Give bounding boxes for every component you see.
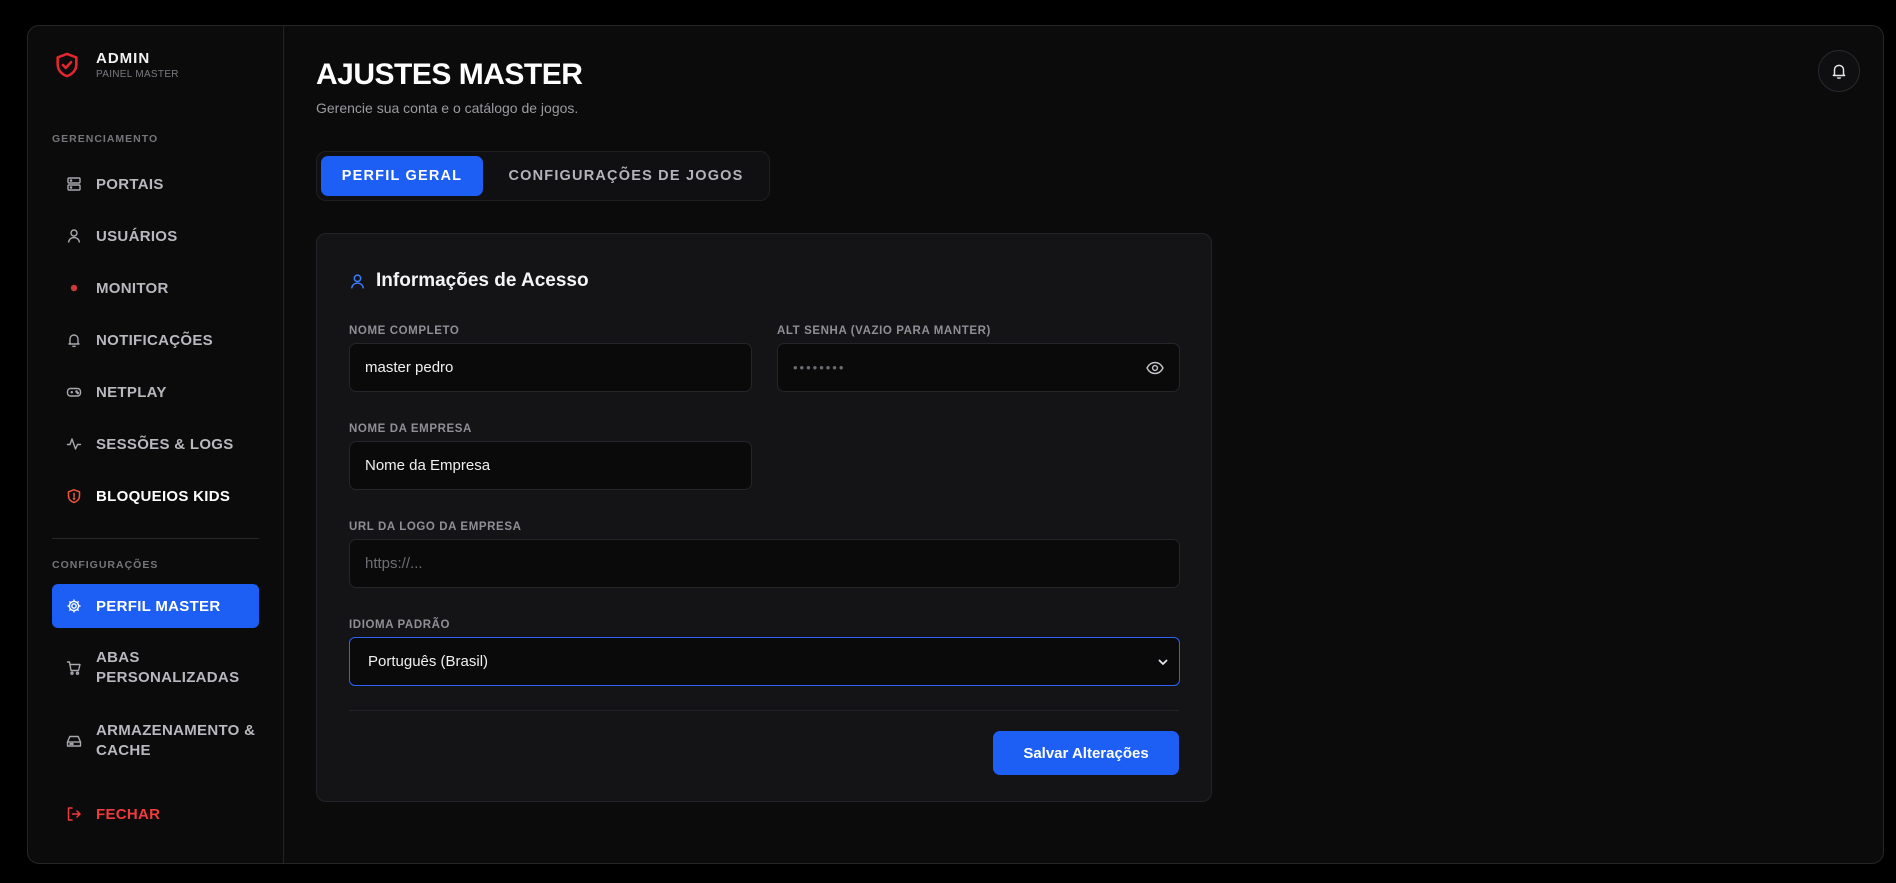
red-dot-icon bbox=[66, 280, 82, 296]
access-info-card: Informações de Acesso NOME COMPLETO mast… bbox=[316, 233, 1212, 802]
user-icon bbox=[66, 228, 82, 244]
shield-check-icon bbox=[52, 50, 82, 80]
sidebar-item-label: BLOQUEIOS KIDS bbox=[96, 487, 231, 505]
chevron-down-icon bbox=[1157, 655, 1169, 672]
hard-drive-icon bbox=[66, 733, 82, 749]
company-value: Nome da Empresa bbox=[365, 457, 491, 474]
sidebar-item-usuarios[interactable]: USUÁRIOS bbox=[52, 214, 259, 258]
server-icon bbox=[66, 176, 82, 192]
bell-icon bbox=[1830, 62, 1848, 80]
cart-icon bbox=[66, 660, 82, 676]
main-content: AJUSTES MASTER Gerencie sua conta e o ca… bbox=[284, 26, 1883, 863]
brand: ADMIN PAINEL MASTER bbox=[52, 50, 179, 80]
section-management-title: GERENCIAMENTO bbox=[52, 133, 159, 145]
app-window: ADMIN PAINEL MASTER GERENCIAMENTO PORTAI… bbox=[27, 25, 1884, 864]
full-name-value: master pedro bbox=[365, 359, 454, 376]
password-label: ALT SENHA (VAZIO PARA MANTER) bbox=[777, 325, 991, 337]
sidebar-item-label: NOTIFICAÇÕES bbox=[96, 331, 213, 349]
sidebar-item-label: PERFIL MASTER bbox=[96, 597, 221, 615]
shield-icon bbox=[66, 488, 82, 504]
eye-icon[interactable] bbox=[1145, 359, 1165, 377]
password-input[interactable]: •••••••• bbox=[777, 343, 1180, 392]
company-label: NOME DA EMPRESA bbox=[349, 423, 472, 435]
logo-url-placeholder: https://... bbox=[365, 555, 423, 572]
notifications-button[interactable] bbox=[1818, 50, 1860, 92]
sidebar-item-monitor[interactable]: MONITOR bbox=[52, 266, 259, 310]
password-placeholder: •••••••• bbox=[793, 360, 846, 375]
sidebar-item-notificacoes[interactable]: NOTIFICAÇÕES bbox=[52, 318, 259, 362]
full-name-input[interactable]: master pedro bbox=[349, 343, 752, 392]
sidebar-item-sessoes-logs[interactable]: SESSÕES & LOGS bbox=[52, 422, 259, 466]
gear-icon bbox=[66, 598, 82, 614]
sidebar-item-label: PORTAIS bbox=[96, 175, 164, 193]
sidebar-item-label: ARMAZENAMENTO & CACHE bbox=[96, 722, 256, 759]
language-select[interactable]: Português (Brasil) bbox=[349, 637, 1180, 686]
sidebar: ADMIN PAINEL MASTER GERENCIAMENTO PORTAI… bbox=[28, 26, 284, 863]
logout-icon bbox=[66, 806, 82, 822]
brand-subtitle: PAINEL MASTER bbox=[96, 69, 179, 80]
sidebar-item-label: ABAS PERSONALIZADAS bbox=[96, 649, 240, 686]
gamepad-icon bbox=[66, 384, 82, 400]
user-icon bbox=[349, 273, 366, 290]
card-title: Informações de Acesso bbox=[349, 270, 589, 292]
sidebar-item-perfil-master[interactable]: PERFIL MASTER bbox=[52, 584, 259, 628]
full-name-label: NOME COMPLETO bbox=[349, 325, 460, 337]
sidebar-item-abas-personalizadas[interactable]: ABAS PERSONALIZADAS bbox=[52, 642, 259, 694]
sidebar-item-label: MONITOR bbox=[96, 279, 169, 297]
tab-configuracoes-jogos[interactable]: CONFIGURAÇÕES DE JOGOS bbox=[487, 156, 765, 196]
sidebar-item-portais[interactable]: PORTAIS bbox=[52, 162, 259, 206]
bell-icon bbox=[66, 332, 82, 348]
sidebar-item-armazenamento-cache[interactable]: ARMAZENAMENTO & CACHE bbox=[52, 715, 259, 767]
page-title: AJUSTES MASTER bbox=[316, 58, 583, 91]
sidebar-item-label: USUÁRIOS bbox=[96, 227, 178, 245]
section-settings-title: CONFIGURAÇÕES bbox=[52, 559, 159, 571]
company-input[interactable]: Nome da Empresa bbox=[349, 441, 752, 490]
logo-url-input[interactable]: https://... bbox=[349, 539, 1180, 588]
brand-title: ADMIN bbox=[96, 50, 151, 67]
language-label: IDIOMA PADRÃO bbox=[349, 619, 451, 631]
card-title-text: Informações de Acesso bbox=[376, 270, 589, 291]
logout-label: FECHAR bbox=[96, 805, 161, 823]
sidebar-item-bloqueios-kids[interactable]: BLOQUEIOS KIDS bbox=[52, 474, 259, 518]
save-button[interactable]: Salvar Alterações bbox=[993, 731, 1179, 775]
logout-button[interactable]: FECHAR bbox=[52, 792, 259, 836]
language-value: Português (Brasil) bbox=[368, 653, 489, 670]
activity-icon bbox=[66, 436, 82, 452]
logo-url-label: URL DA LOGO DA EMPRESA bbox=[349, 521, 522, 533]
sidebar-item-label: SESSÕES & LOGS bbox=[96, 435, 234, 453]
tab-perfil-geral[interactable]: PERFIL GERAL bbox=[321, 156, 483, 196]
sidebar-item-netplay[interactable]: NETPLAY bbox=[52, 370, 259, 414]
card-divider bbox=[349, 710, 1179, 711]
page-subtitle: Gerencie sua conta e o catálogo de jogos… bbox=[316, 100, 579, 116]
sidebar-item-label: NETPLAY bbox=[96, 383, 167, 401]
sidebar-divider bbox=[52, 538, 259, 539]
tab-bar: PERFIL GERAL CONFIGURAÇÕES DE JOGOS bbox=[316, 151, 770, 201]
